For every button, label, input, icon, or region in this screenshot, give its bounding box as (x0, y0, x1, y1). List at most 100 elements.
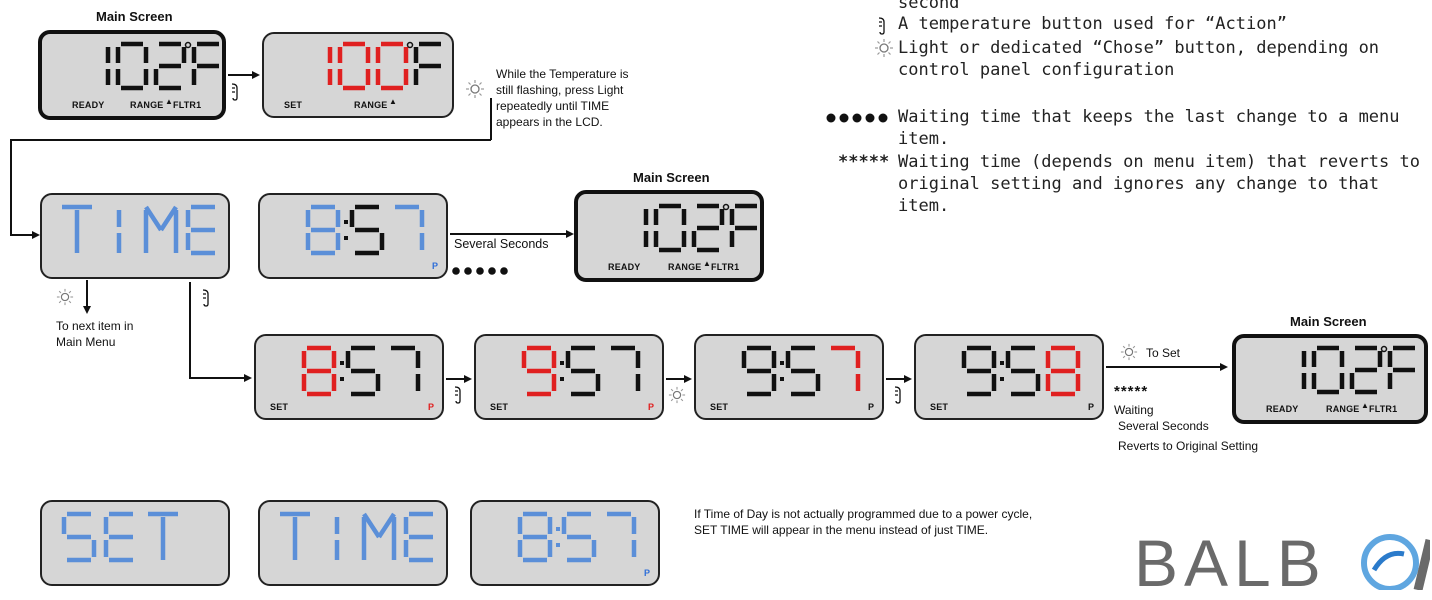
light-button-icon (1120, 343, 1138, 361)
lcd-colon (340, 377, 344, 381)
pm-label: P (868, 402, 875, 412)
set-label: SET (270, 402, 289, 412)
legend-wait-stars-2: original setting and ignores any change … (898, 174, 1380, 194)
legend-light-button-1: Light or dedicated “Chose” button, depen… (898, 38, 1380, 58)
lcd-colon (780, 361, 784, 365)
ready-label: READY (1266, 404, 1299, 414)
lcd-colon (344, 236, 348, 240)
arrow-line (1106, 366, 1222, 368)
lcd-set-minute-57: SET P (694, 334, 884, 420)
range-indicator-icon: ▲ (1361, 401, 1370, 410)
pm-label: P (428, 402, 435, 412)
several-seconds-label: Several Seconds (454, 237, 549, 251)
fltr1-label: FLTR1 (711, 262, 740, 272)
lcd-main-screen-2: READY RANGE ▲ FLTR1 (574, 190, 764, 282)
range-label: RANGE (130, 100, 164, 110)
fltr1-label: FLTR1 (173, 100, 202, 110)
next-item-line-2: Main Menu (56, 335, 116, 349)
lcd-colon (560, 377, 564, 381)
connector-line (10, 139, 12, 235)
arrow-line (86, 280, 88, 308)
to-set-label: To Set (1146, 346, 1181, 360)
lcd-digits (280, 511, 433, 563)
lcd-time-display: P (258, 193, 448, 279)
balboa-logo-wave-icon (1361, 534, 1430, 590)
set-label: SET (710, 402, 729, 412)
power-cycle-note-1: If Time of Day is not actually programme… (694, 507, 1033, 521)
lcd-set-minute-58: SET P (914, 334, 1104, 420)
lcd-colon (340, 361, 344, 365)
legend-stars-symbol: ***** (838, 152, 890, 172)
set-label: SET (490, 402, 509, 412)
light-button-icon (875, 39, 893, 57)
ready-label: READY (72, 100, 105, 110)
degree-icon (722, 203, 730, 211)
arrow-head (904, 375, 912, 383)
range-indicator-icon: ▲ (703, 259, 712, 268)
ready-label: READY (608, 262, 641, 272)
arrow-head (252, 71, 260, 79)
lcd-time-word (258, 500, 448, 586)
waiting-dots-icon (826, 113, 888, 123)
legend-wait-stars-1: Waiting time (depends on menu item) that… (898, 152, 1420, 172)
lcd-main-screen-1: READY RANGE ▲ FLTR1 (38, 30, 226, 120)
legend-light-button-2: control panel configuration (898, 60, 1175, 80)
arrow-head (566, 230, 574, 238)
lcd-colon (556, 527, 560, 531)
fltr1-label: FLTR1 (1369, 404, 1398, 414)
instruction-line-3: repeatedly until TIME (496, 99, 610, 113)
arrow-head (684, 375, 692, 383)
lcd-digits (305, 204, 425, 256)
main-screen-caption-1: Main Screen (96, 9, 173, 24)
arrow-line (666, 378, 686, 380)
range-indicator-icon: ▲ (389, 97, 398, 106)
instruction-line-1: While the Temperature is (496, 67, 629, 81)
lcd-time-menu (40, 193, 230, 279)
main-screen-caption-3: Main Screen (1290, 314, 1367, 329)
lcd-colon (560, 361, 564, 365)
balboa-logo: BALB (1134, 526, 1327, 600)
degree-icon (406, 41, 414, 49)
lcd-digits (61, 511, 178, 563)
arrow-line (886, 378, 906, 380)
degree-icon (184, 41, 192, 49)
set-label: SET (284, 100, 303, 110)
pm-label: P (644, 568, 651, 578)
legend-line0: second (898, 0, 960, 13)
lcd-set-hour-8: SET P (254, 334, 444, 420)
pm-label: P (1088, 402, 1095, 412)
lcd-main-screen-3: READY RANGE ▲ FLTR1 (1232, 334, 1428, 424)
arrow-line (446, 378, 466, 380)
connector-line (490, 98, 492, 140)
lcd-set-hour-9: SET P (474, 334, 664, 420)
lcd-colon (1000, 361, 1004, 365)
range-label: RANGE (668, 262, 702, 272)
temperature-button-icon (878, 17, 885, 35)
connector-line (10, 139, 491, 141)
light-button-icon (668, 386, 686, 404)
temperature-button-icon (894, 386, 901, 404)
lcd-colon (556, 543, 560, 547)
instruction-line-4: appears in the LCD. (496, 115, 603, 129)
lcd-colon (344, 220, 348, 224)
arrow-head (32, 231, 40, 239)
power-cycle-note-2: SET TIME will appear in the menu instead… (694, 523, 989, 537)
pm-label: P (648, 402, 655, 412)
next-item-line-1: To next item in (56, 319, 134, 333)
legend-wait-stars-3: item. (898, 196, 950, 216)
legend-temp-button: A temperature button used for “Action” (898, 14, 1287, 34)
instruction-line-2: still flashing, press Light (496, 83, 624, 97)
temperature-button-icon (454, 386, 461, 404)
lcd-colon (1000, 377, 1004, 381)
range-label: RANGE (354, 100, 388, 110)
range-indicator-icon: ▲ (165, 97, 174, 106)
arrow-head (244, 374, 252, 382)
lcd-digits (62, 204, 215, 256)
light-button-icon (56, 288, 74, 306)
arrow-head (464, 375, 472, 383)
lcd-temperature-set: SET RANGE ▲ (262, 32, 454, 118)
main-screen-caption-2: Main Screen (633, 170, 710, 185)
lcd-time-value: P (470, 500, 660, 586)
stars-symbol: ***** (1114, 383, 1149, 400)
light-button-icon (466, 80, 484, 98)
